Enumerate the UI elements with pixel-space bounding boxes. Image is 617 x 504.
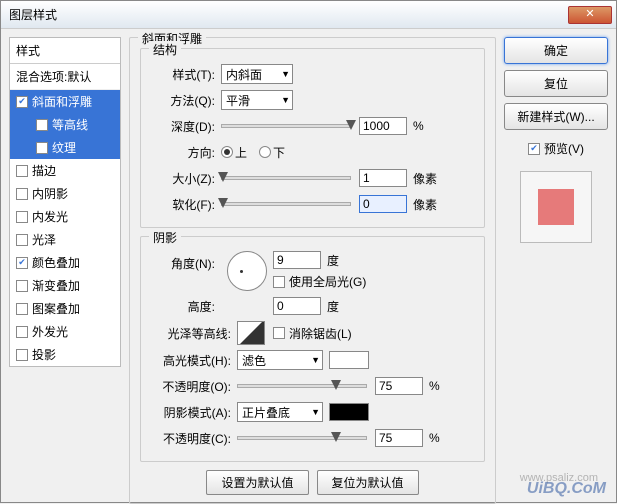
style-item-label: 投影 [32,346,56,363]
style-combo[interactable]: 内斜面▼ [221,64,293,84]
soften-input[interactable] [359,195,407,213]
style-item-6[interactable]: 光泽 [10,228,120,251]
altitude-label: 高度: [149,298,221,315]
global-light-checkbox[interactable] [273,276,285,288]
technique-combo[interactable]: 平滑▼ [221,90,293,110]
shadow-opacity-input[interactable] [375,429,423,447]
style-checkbox[interactable] [16,280,28,292]
chevron-down-icon: ▼ [281,69,290,79]
structure-legend: 结构 [149,41,181,58]
ok-button[interactable]: 确定 [504,37,608,64]
reset-default-button[interactable]: 复位为默认值 [317,470,419,495]
make-default-button[interactable]: 设置为默认值 [206,470,308,495]
style-item-2[interactable]: 纹理 [10,136,120,159]
style-item-0[interactable]: 斜面和浮雕 [10,90,120,113]
angle-dial[interactable] [227,251,267,291]
style-item-label: 颜色叠加 [32,254,80,271]
highlight-opacity-label: 不透明度(O): [149,378,237,395]
chevron-down-icon: ▼ [311,355,320,365]
style-item-1[interactable]: 等高线 [10,113,120,136]
style-item-label: 光泽 [32,231,56,248]
style-item-label: 渐变叠加 [32,277,80,294]
shadow-color-swatch[interactable] [329,403,369,421]
style-item-label: 描边 [32,162,56,179]
close-button[interactable]: ✕ [568,6,612,24]
titlebar[interactable]: 图层样式 ✕ [1,1,616,29]
blend-options-row[interactable]: 混合选项:默认 [10,64,120,90]
preview-swatch [538,189,574,225]
style-checkbox[interactable] [36,142,48,154]
angle-input[interactable] [273,251,321,269]
shadow-mode-label: 阴影模式(A): [149,404,237,421]
styles-panel: 样式 混合选项:默认 斜面和浮雕等高线纹理描边内阴影内发光光泽颜色叠加渐变叠加图… [9,37,121,494]
gloss-contour-label: 光泽等高线: [149,325,237,342]
cancel-button[interactable]: 复位 [504,70,608,97]
style-item-11[interactable]: 投影 [10,343,120,366]
style-item-10[interactable]: 外发光 [10,320,120,343]
depth-slider[interactable] [221,124,351,128]
style-item-label: 等高线 [52,116,88,133]
style-item-label: 内发光 [32,208,68,225]
style-checkbox[interactable] [16,303,28,315]
depth-label: 深度(D): [149,118,221,135]
size-label: 大小(Z): [149,170,221,187]
chevron-down-icon: ▼ [311,407,320,417]
style-item-label: 纹理 [52,139,76,156]
direction-down-radio[interactable] [259,146,271,158]
style-item-3[interactable]: 描边 [10,159,120,182]
style-label: 样式(T): [149,66,221,83]
technique-label: 方法(Q): [149,92,221,109]
angle-label: 角度(N): [149,251,221,272]
gloss-contour-picker[interactable] [237,321,265,345]
shadow-opacity-label: 不透明度(C): [149,430,237,447]
style-checkbox[interactable] [16,188,28,200]
style-checkbox[interactable] [16,234,28,246]
size-input[interactable] [359,169,407,187]
style-item-9[interactable]: 图案叠加 [10,297,120,320]
highlight-mode-combo[interactable]: 滤色▼ [237,350,323,370]
depth-input[interactable] [359,117,407,135]
highlight-opacity-input[interactable] [375,377,423,395]
style-item-label: 内阴影 [32,185,68,202]
style-item-label: 图案叠加 [32,300,80,317]
shadow-mode-combo[interactable]: 正片叠底▼ [237,402,323,422]
chevron-down-icon: ▼ [281,95,290,105]
style-checkbox[interactable] [36,119,48,131]
highlight-color-swatch[interactable] [329,351,369,369]
soften-slider[interactable] [221,202,351,206]
antialias-checkbox[interactable] [273,327,285,339]
styles-header: 样式 [10,38,120,64]
new-style-button[interactable]: 新建样式(W)... [504,103,608,130]
direction-label: 方向: [149,144,221,161]
direction-up-radio[interactable] [221,146,233,158]
style-item-8[interactable]: 渐变叠加 [10,274,120,297]
altitude-input[interactable] [273,297,321,315]
size-slider[interactable] [221,176,351,180]
settings-panel: 斜面和浮雕 结构 样式(T): 内斜面▼ 方法(Q): 平滑▼ [129,37,496,494]
style-checkbox[interactable] [16,96,28,108]
window-title: 图层样式 [5,6,568,23]
soften-label: 软化(F): [149,196,221,213]
style-item-label: 斜面和浮雕 [32,93,92,110]
style-checkbox[interactable] [16,257,28,269]
style-item-5[interactable]: 内发光 [10,205,120,228]
layer-style-dialog: 图层样式 ✕ 样式 混合选项:默认 斜面和浮雕等高线纹理描边内阴影内发光光泽颜色… [0,0,617,503]
highlight-mode-label: 高光模式(H): [149,352,237,369]
style-checkbox[interactable] [16,349,28,361]
style-item-7[interactable]: 颜色叠加 [10,251,120,274]
style-item-label: 外发光 [32,323,68,340]
style-checkbox[interactable] [16,326,28,338]
style-item-4[interactable]: 内阴影 [10,182,120,205]
style-checkbox[interactable] [16,165,28,177]
highlight-opacity-slider[interactable] [237,384,367,388]
style-checkbox[interactable] [16,211,28,223]
action-panel: 确定 复位 新建样式(W)... 预览(V) [504,37,608,494]
shadow-opacity-slider[interactable] [237,436,367,440]
preview-box [520,171,592,243]
shading-legend: 阴影 [149,229,181,246]
preview-checkbox[interactable] [528,143,540,155]
